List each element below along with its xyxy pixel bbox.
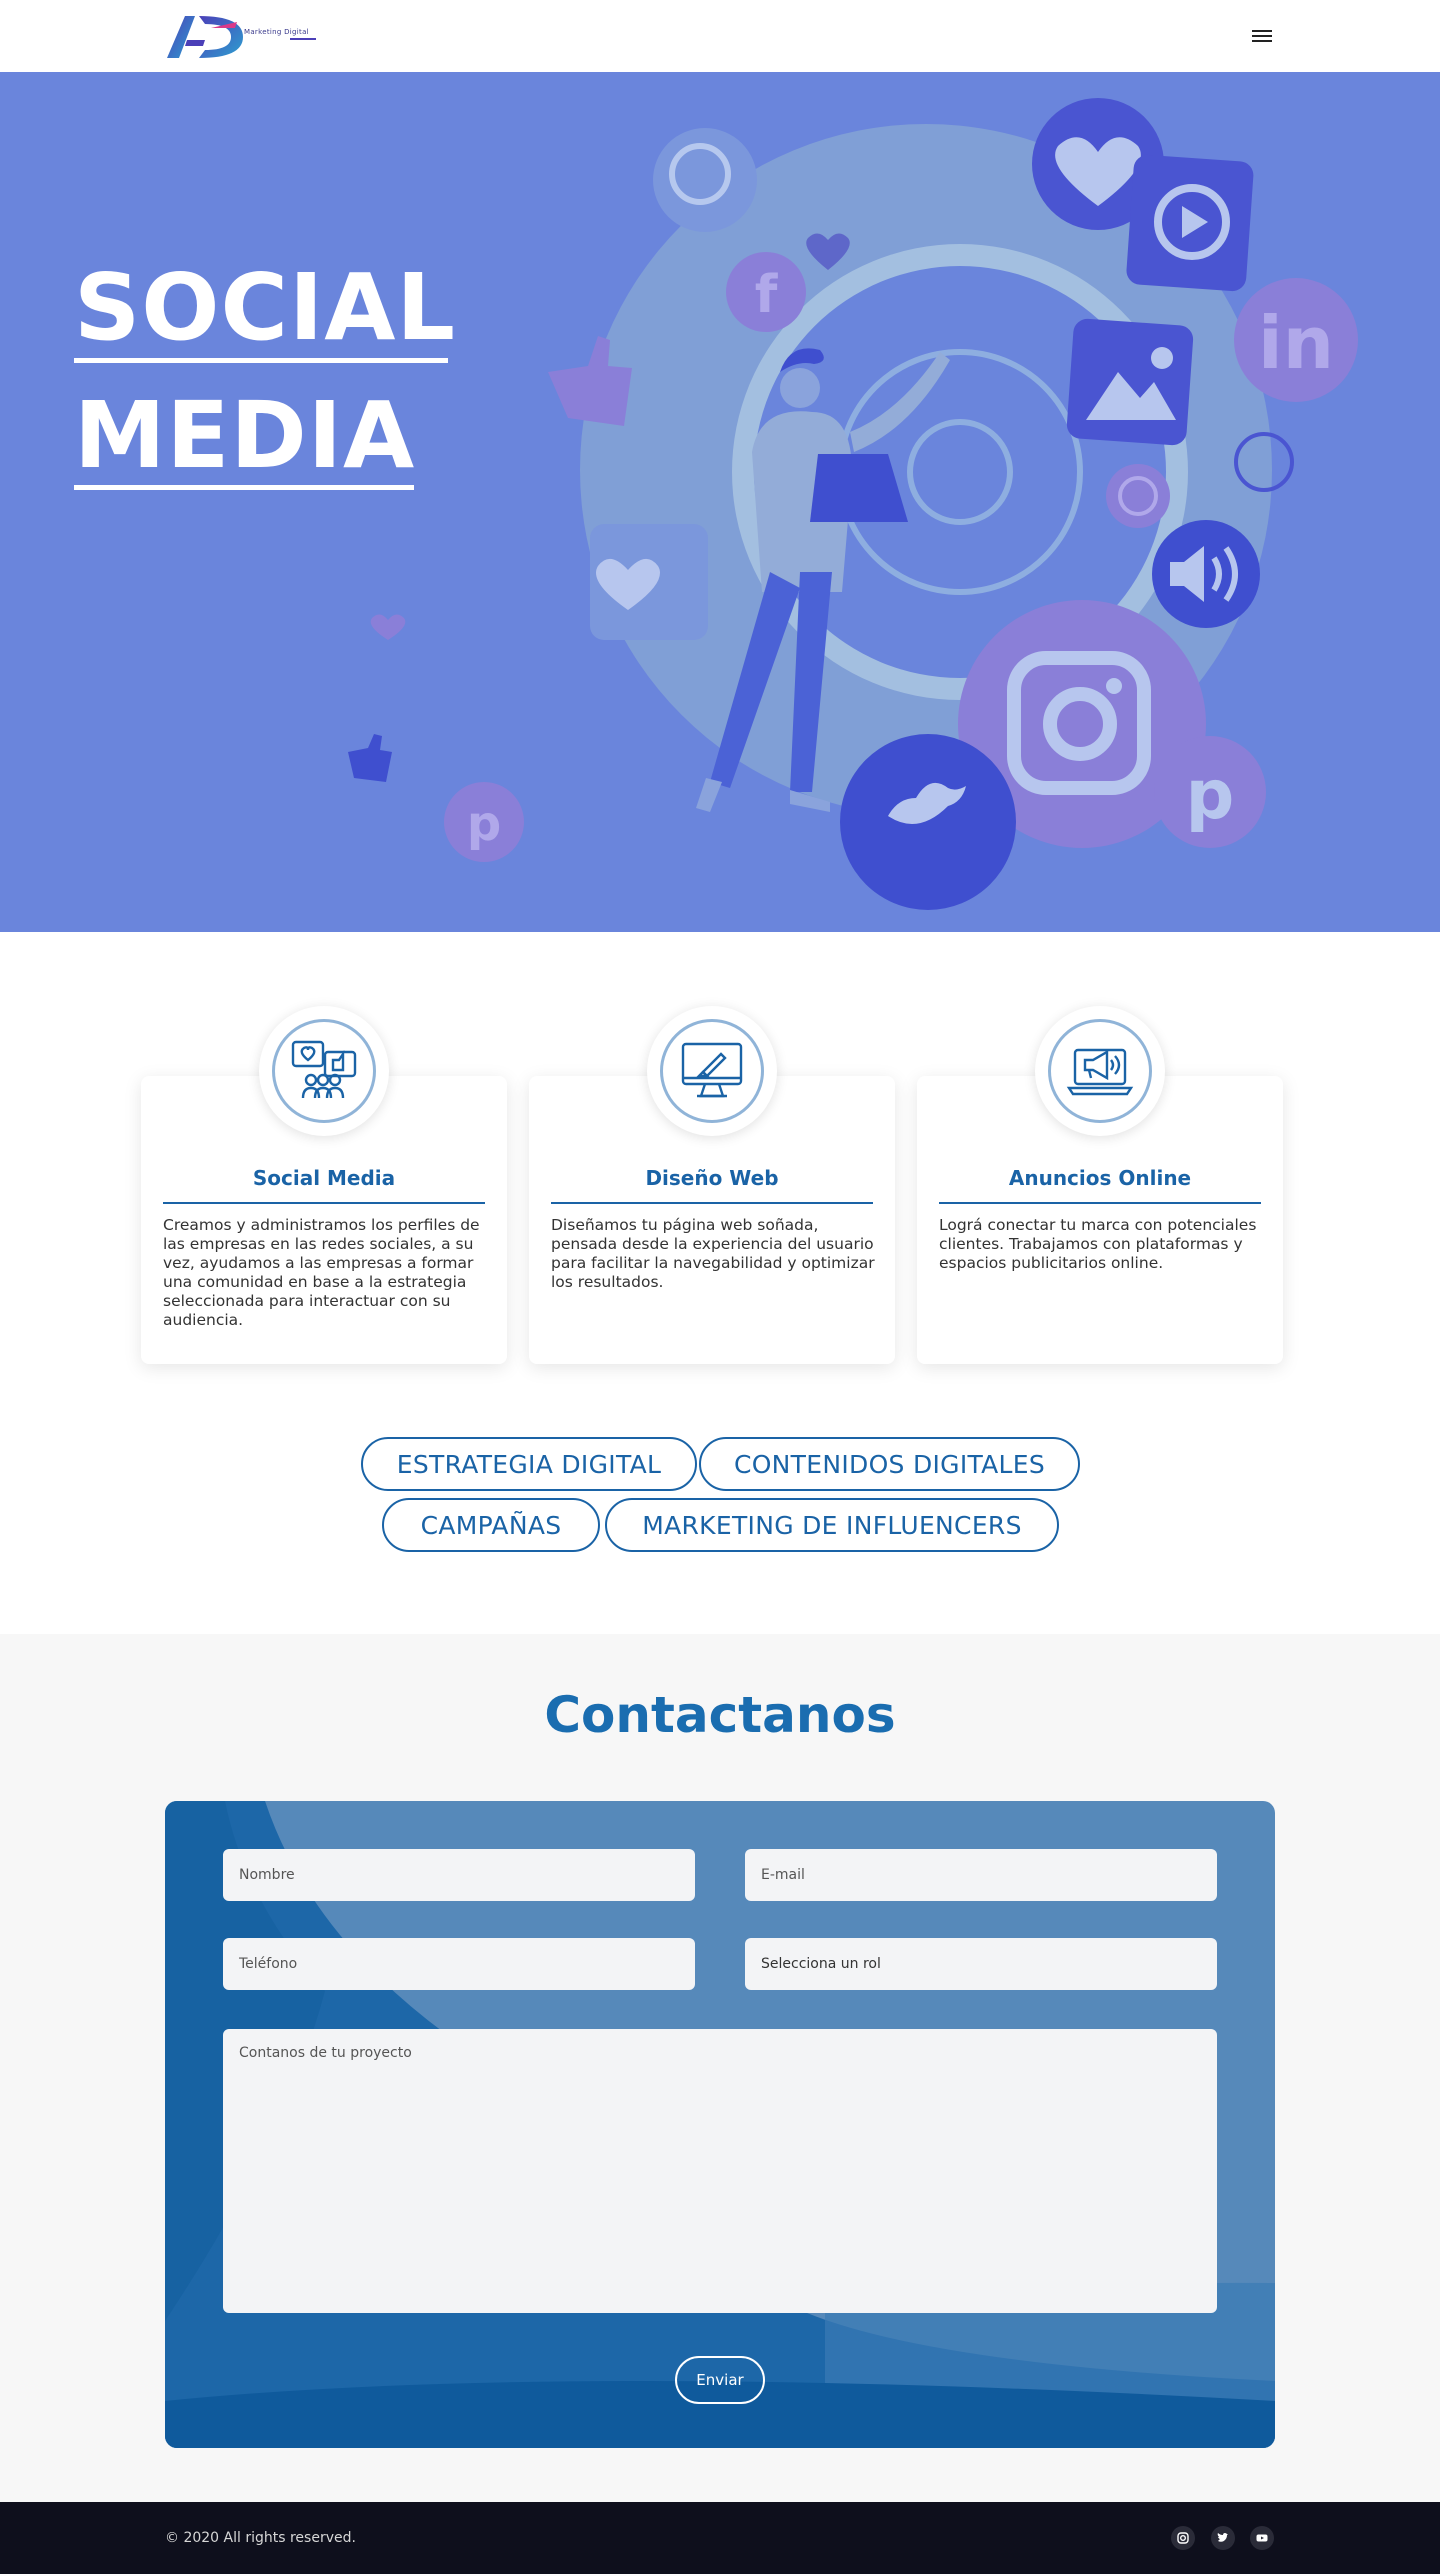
svg-text:f: f [755,265,779,325]
hamburger-menu-icon[interactable] [1252,27,1274,45]
card-icon-wrap [259,1006,389,1136]
dribbble-icon [1106,464,1170,528]
card-title: Diseño Web [645,1166,779,1190]
card-description: Creamos y administramos los perfiles de … [163,1216,480,1329]
card-icon-wrap [647,1006,777,1136]
hero-title-line1: SOCIAL [74,254,457,361]
service-card-web-design: Diseño Web Diseñamos tu página web soñad… [529,1006,895,1364]
hero-underline-2 [74,485,414,490]
logo-tagline: Marketing Digital [244,28,309,36]
service-card-online-ads: Anuncios Online Lográ conectar tu marca … [917,1006,1283,1364]
youtube-icon[interactable] [1250,2526,1274,2550]
card-description: Lográ conectar tu marca con potenciales … [939,1216,1257,1272]
service-card-social-media: Social Media Creamos y administramos los… [141,1006,507,1364]
instagram-icon[interactable] [1171,2526,1195,2550]
thumbs-up-small-icon [348,734,392,782]
phone-field[interactable] [223,1938,695,1990]
twitter-icon[interactable] [1211,2526,1235,2550]
contact-form: Selecciona un rol Enviar [165,1801,1275,2448]
card-description: Diseñamos tu página web soñada, pensada … [551,1216,875,1291]
card-title: Social Media [252,1166,396,1190]
svg-text:in: in [1258,301,1334,385]
hero-title-line2: MEDIA [74,382,416,489]
hero-underline-1 [74,358,448,363]
contact-title: Contactanos [544,1686,896,1744]
svg-text:p: p [467,796,501,852]
small-heart-icon [370,614,406,640]
message-field[interactable] [223,2029,1217,2313]
site-header: Marketing Digital [0,0,1440,72]
hero-banner: f in p p SOCIAL MEDIA [0,72,1440,932]
copyright-text: © 2020 All rights reserved. [165,2530,356,2546]
name-field[interactable] [223,1849,695,1901]
svg-text:p: p [1186,756,1235,835]
brand-logo[interactable] [165,10,325,62]
web-design-icon [660,1019,764,1123]
submit-button[interactable]: Enviar [675,2356,765,2404]
role-select[interactable]: Selecciona un rol [745,1938,1217,1990]
speaker-icon [1152,520,1260,628]
social-media-illustration: f in p p [348,98,1358,910]
pill-campanas[interactable]: CAMPAÑAS [382,1498,600,1552]
contact-section: Contactanos Selecciona un rol Enviar [0,1634,1440,2502]
pill-estrategia-digital[interactable]: ESTRATEGIA DIGITAL [361,1437,697,1491]
image-icon [1066,318,1194,446]
email-field[interactable] [745,1849,1217,1901]
site-footer: © 2020 All rights reserved. [0,2502,1440,2574]
online-ads-icon [1048,1019,1152,1123]
card-title: Anuncios Online [1008,1166,1192,1190]
pill-contenidos-digitales[interactable]: CONTENIDOS DIGITALES [699,1437,1080,1491]
pill-marketing-influencers[interactable]: MARKETING DE INFLUENCERS [605,1498,1059,1552]
card-divider [163,1202,485,1204]
card-icon-wrap [1035,1006,1165,1136]
social-media-icon [272,1019,376,1123]
services-section: Social Media Creamos y administramos los… [0,932,1440,1634]
card-divider [551,1202,873,1204]
twitter-icon [840,734,1016,910]
logo-underline [290,38,316,40]
card-divider [939,1202,1261,1204]
